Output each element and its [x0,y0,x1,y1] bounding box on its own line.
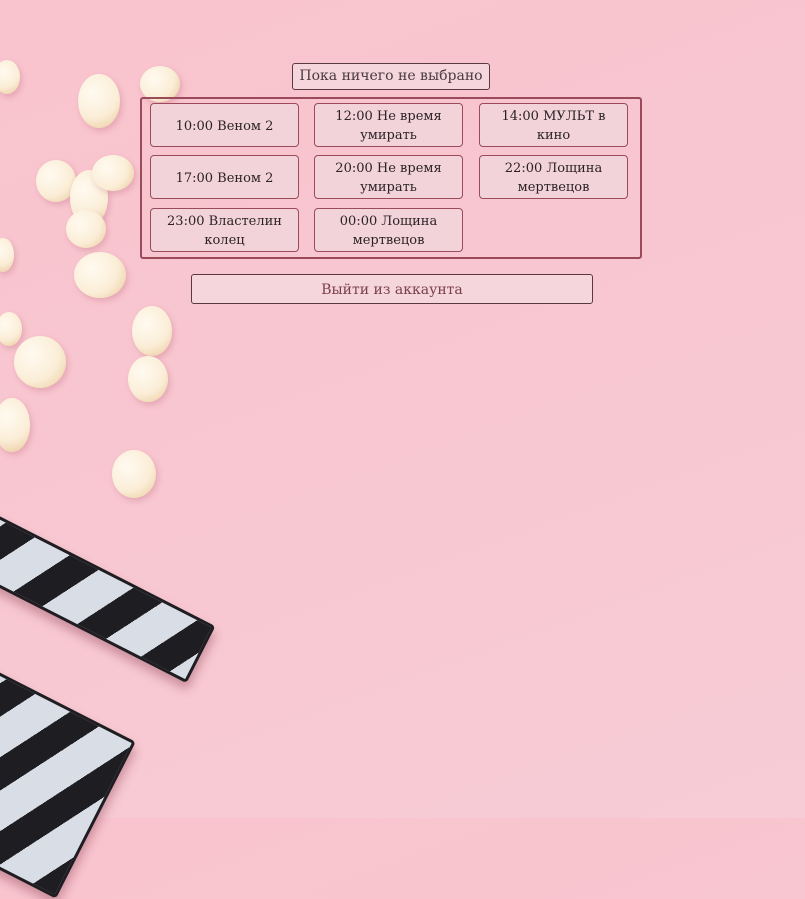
popcorn-icon [74,252,126,298]
session-button[interactable]: 20:00 Не время умирать [314,155,463,199]
popcorn-icon [92,155,134,191]
session-button[interactable]: 12:00 Не время умирать [314,103,463,147]
popcorn-icon [78,74,120,128]
popcorn-icon [0,312,22,346]
logout-button[interactable]: Выйти из аккаунта [191,274,593,304]
session-button[interactable]: 17:00 Веном 2 [150,155,299,199]
session-button[interactable]: 23:00 Властелин колец [150,208,299,252]
popcorn-icon [128,356,168,402]
popcorn-icon [0,238,14,272]
session-button[interactable]: 10:00 Веном 2 [150,103,299,147]
popcorn-icon [14,336,66,388]
popcorn-icon [66,210,106,248]
sessions-panel: 10:00 Веном 2 12:00 Не время умирать 14:… [140,97,642,259]
popcorn-icon [112,450,156,498]
popcorn-icon [0,398,30,452]
session-button[interactable]: 00:00 Лощина мертвецов [314,208,463,252]
popcorn-icon [132,306,172,356]
session-button[interactable]: 22:00 Лощина мертвецов [479,155,628,199]
selection-status: Пока ничего не выбрано [292,63,490,90]
clapperboard-icon [0,657,136,899]
session-button[interactable]: 14:00 МУЛЬТ в кино [479,103,628,147]
popcorn-icon [0,60,20,94]
clapperboard-icon [0,500,216,684]
